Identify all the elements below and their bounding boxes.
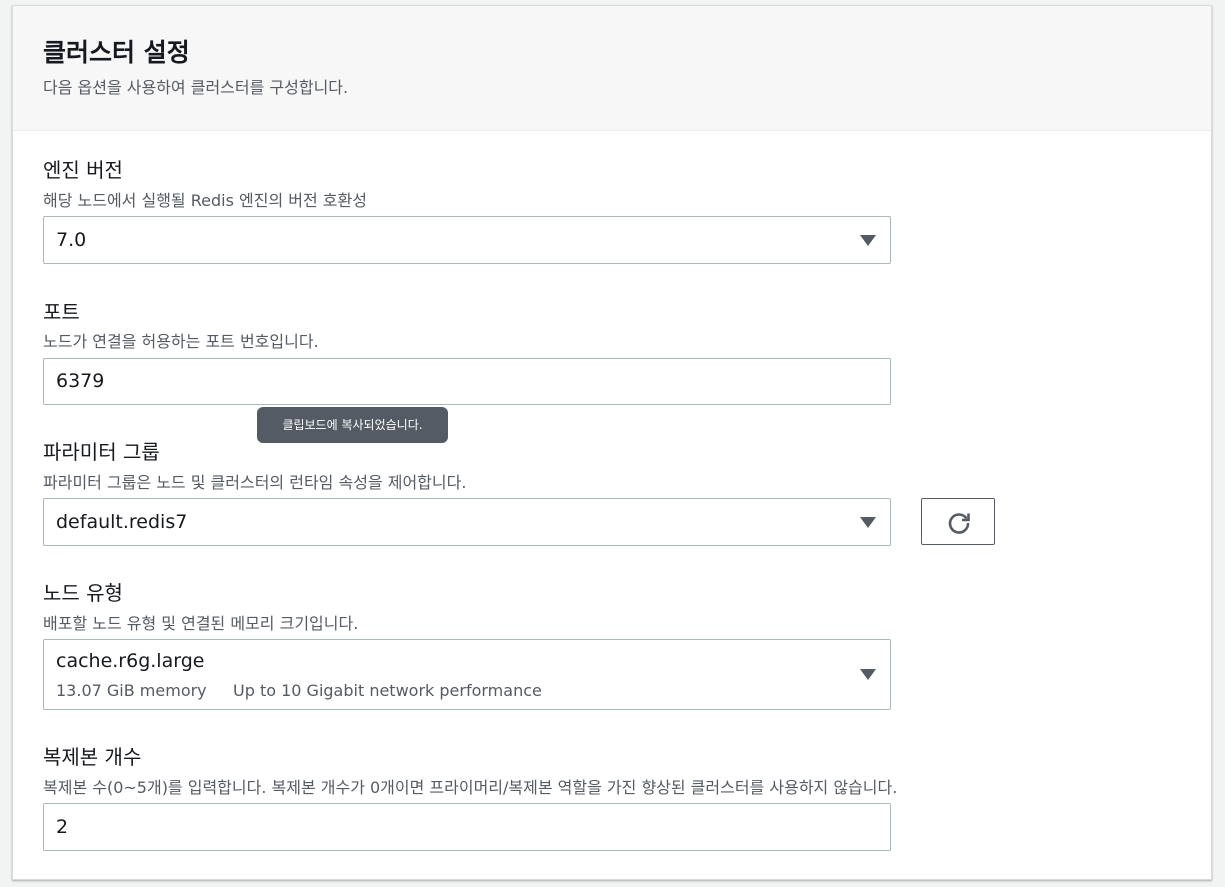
parameter-group-value: default.redis7: [56, 511, 188, 533]
caret-down-icon: [860, 669, 876, 680]
engine-version-select[interactable]: 7.0: [43, 216, 891, 264]
cluster-settings-panel: 클러스터 설정 다음 옵션을 사용하여 클러스터를 구성합니다. 엔진 버전 해…: [12, 5, 1212, 880]
node-type-label: 노드 유형: [43, 581, 123, 605]
panel-title: 클러스터 설정: [43, 38, 190, 67]
replicas-input[interactable]: 2: [43, 803, 891, 851]
port-label: 포트: [43, 300, 80, 324]
parameter-group-description: 파라미터 그룹은 노드 및 클러스터의 런타임 속성을 제어합니다.: [43, 473, 467, 492]
node-type-memory: 13.07 GiB memory: [56, 681, 207, 700]
caret-down-icon: [860, 517, 876, 528]
engine-version-value: 7.0: [56, 229, 87, 251]
engine-version-label: 엔진 버전: [43, 158, 123, 182]
engine-version-description: 해당 노드에서 실행될 Redis 엔진의 버전 호환성: [43, 191, 367, 210]
replicas-description: 복제본 수(0~5개)를 입력합니다. 복제본 개수가 0개이면 프라이머리/복…: [43, 778, 898, 797]
parameter-group-select[interactable]: default.redis7: [43, 498, 891, 546]
node-type-select[interactable]: cache.r6g.large 13.07 GiB memory Up to 1…: [43, 639, 891, 710]
refresh-button[interactable]: [921, 498, 995, 545]
replicas-value: 2: [56, 816, 69, 838]
caret-down-icon: [860, 235, 876, 246]
refresh-icon: [948, 513, 970, 534]
copied-tooltip: 클립보드에 복사되었습니다.: [257, 407, 448, 443]
port-description: 노드가 연결을 허용하는 포트 번호입니다.: [43, 332, 319, 351]
panel-description: 다음 옵션을 사용하여 클러스터를 구성합니다.: [43, 78, 349, 97]
port-value: 6379: [56, 370, 105, 392]
parameter-group-label: 파라미터 그룹: [43, 440, 160, 464]
replicas-label: 복제본 개수: [43, 745, 142, 769]
panel-header: 클러스터 설정 다음 옵션을 사용하여 클러스터를 구성합니다.: [13, 6, 1211, 131]
node-type-value: cache.r6g.large: [56, 650, 205, 672]
node-type-description: 배포할 노드 유형 및 연결된 메모리 크기입니다.: [43, 614, 359, 633]
node-type-network: Up to 10 Gigabit network performance: [233, 681, 542, 700]
port-input[interactable]: 6379: [43, 358, 891, 405]
